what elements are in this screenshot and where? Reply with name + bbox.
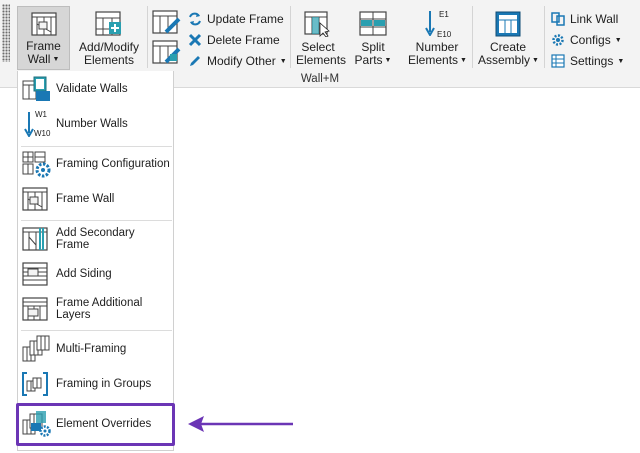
menu-item-label: Validate Walls: [56, 83, 128, 95]
menu-item-label: Frame Additional Layers: [56, 297, 143, 321]
menu-item-label: Add Secondary Frame: [56, 227, 135, 251]
panel-title: Wall+M: [300, 73, 340, 85]
menu-item-label: Multi-Framing: [56, 343, 127, 355]
pencil-icon: [190, 56, 200, 66]
menu-item-label: Number Walls: [56, 118, 128, 130]
chevron-down-icon: ▼: [52, 56, 60, 64]
number-elements-label-line2: Elements ▼: [408, 53, 467, 67]
menu-item-multi-framing[interactable]: Multi-Framing: [22, 332, 171, 366]
link-icon: [551, 12, 565, 26]
menu-item-label: Framing Configuration: [56, 158, 170, 170]
select-elements-label-line2: Elements: [296, 53, 347, 67]
chevron-down-icon: ▼: [532, 57, 539, 65]
framing-configuration-icon: [22, 151, 51, 178]
configs-label: Configs: [570, 33, 611, 47]
ribbon-separator: [472, 6, 473, 68]
highlight-annotation-box: [16, 403, 175, 446]
split-parts-label-line2: Parts ▼: [354, 53, 392, 67]
additional-layers-icon: [22, 297, 48, 321]
delete-x-icon: [188, 33, 202, 47]
ribbon-separator: [544, 6, 545, 68]
frame-wall-icon: [22, 187, 48, 211]
update-frame-large-icon[interactable]: [152, 10, 182, 36]
delete-frame-button[interactable]: Delete Frame: [188, 30, 280, 50]
secondary-frame-icon: [22, 227, 48, 251]
add-modify-elements-button[interactable]: Add/Modify Elements: [76, 11, 142, 71]
refresh-icon: [189, 12, 201, 26]
siding-icon: [22, 262, 48, 286]
chevron-down-icon: ▼: [614, 36, 622, 44]
number-end-label: E10: [437, 30, 452, 39]
link-wall-button[interactable]: Link Wall: [551, 9, 618, 29]
menu-item-framing-in-groups[interactable]: Framing in Groups: [22, 367, 171, 401]
menu-item-number-walls[interactable]: W1 W10 Number Walls: [22, 107, 171, 141]
chevron-down-icon: ▼: [617, 57, 625, 65]
create-assembly-label-line2: Assembly ▼: [478, 53, 539, 67]
number-walls-icon: W1 W10: [22, 109, 52, 139]
modify-other-label: Modify Other: [207, 54, 276, 68]
menu-separator: [21, 220, 172, 221]
add-modify-label-line2: Elements: [83, 53, 135, 67]
framing-groups-icon: [22, 372, 48, 396]
menu-item-label: Frame Wall: [56, 193, 115, 205]
delete-frame-large-icon[interactable]: [152, 40, 182, 66]
menu-item-frame-additional-layers[interactable]: Frame Additional Layers: [22, 292, 171, 326]
validate-walls-icon: [22, 76, 50, 101]
modify-other-button[interactable]: Modify Other ▼: [188, 51, 287, 71]
menu-item-add-siding[interactable]: Add Siding: [22, 257, 171, 291]
menu-item-label: Add Siding: [56, 268, 112, 280]
number-elements-icon: E1 E10: [417, 8, 457, 39]
left-arrow-icon: [188, 416, 293, 432]
down-arrow-icon: [425, 11, 435, 36]
link-wall-label: Link Wall: [570, 12, 619, 26]
frame-wall-button[interactable]: Frame Wall ▼: [17, 6, 70, 70]
menu-separator: [21, 330, 172, 331]
add-modify-elements-icon: [95, 11, 121, 36]
chevron-down-icon: ▼: [279, 57, 287, 65]
ribbon-grip[interactable]: [2, 4, 10, 62]
frame-wall-icon: [30, 12, 57, 36]
chevron-down-icon: ▼: [384, 57, 392, 65]
create-assembly-button[interactable]: Create Assembly ▼: [478, 11, 539, 71]
ribbon-separator: [147, 6, 148, 68]
frame-wall-dropdown-menu: Validate Walls W1 W10 Number Walls Frami…: [17, 71, 174, 451]
split-parts-icon: [359, 11, 387, 36]
select-elements-button[interactable]: Select Elements: [296, 11, 347, 71]
select-elements-icon: [304, 11, 330, 37]
configs-button[interactable]: Configs ▼: [551, 30, 622, 50]
delete-frame-label: Delete Frame: [207, 33, 280, 47]
number-walls-start: W1: [35, 110, 47, 119]
settings-label: Settings: [570, 54, 614, 68]
menu-item-frame-wall[interactable]: Frame Wall: [22, 182, 171, 216]
menu-item-framing-configuration[interactable]: Framing Configuration: [22, 147, 171, 181]
settings-button[interactable]: Settings ▼: [551, 51, 624, 71]
settings-grid-icon: [551, 54, 565, 68]
ribbon-separator: [290, 6, 291, 68]
frame-wall-label-line2: Wall ▼: [27, 52, 60, 66]
menu-item-label: Framing in Groups: [56, 378, 152, 390]
multi-framing-icon: [22, 335, 50, 362]
split-parts-button[interactable]: Split Parts ▼: [353, 11, 393, 71]
update-frame-button[interactable]: Update Frame: [188, 9, 284, 29]
chevron-down-icon: ▼: [460, 57, 467, 65]
gear-icon: [552, 34, 564, 46]
menu-item-add-secondary-frame[interactable]: Add Secondary Frame: [22, 222, 171, 256]
number-elements-button[interactable]: E1 E10 Number Elements ▼: [408, 8, 467, 71]
down-arrow-icon: [24, 112, 34, 137]
number-walls-end: W10: [34, 129, 51, 138]
update-frame-label: Update Frame: [207, 12, 284, 26]
menu-item-validate-walls[interactable]: Validate Walls: [22, 72, 171, 106]
number-start-label: E1: [439, 10, 449, 19]
create-assembly-icon: [495, 11, 521, 37]
